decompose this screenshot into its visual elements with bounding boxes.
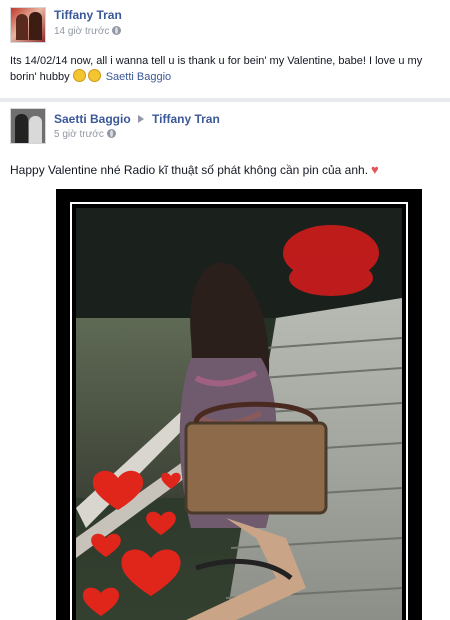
post-text: Its 14/02/14 now, all i wanna tell u is … (10, 54, 435, 85)
tagged-user-link[interactable]: Saetti Baggio (106, 71, 171, 83)
post-tiffany: Tiffany Tran 14 giờ trước Its 14/02/14 n… (0, 0, 440, 99)
author-name-tiffany[interactable]: Tiffany Tran (54, 8, 122, 22)
author-name-saetti[interactable]: Saetti Baggio (54, 112, 131, 126)
post-divider (0, 98, 450, 102)
timestamp-text-2[interactable]: 5 giờ trước (54, 129, 104, 140)
post-timestamp-2[interactable]: 5 giờ trước (54, 129, 116, 140)
smile-emoji-icon (72, 69, 86, 82)
post-timestamp[interactable]: 14 giờ trước (54, 26, 122, 37)
post-text-2-body: Happy Valentine nhé Radio kĩ thuật số ph… (10, 163, 369, 177)
target-name-tiffany[interactable]: Tiffany Tran (152, 112, 220, 126)
avatar-tiffany[interactable] (10, 7, 46, 43)
attached-photo[interactable] (76, 208, 402, 620)
timestamp-text[interactable]: 14 giờ trước (54, 26, 109, 37)
post-text-body: Its 14/02/14 now, all i wanna tell u is … (10, 55, 423, 83)
photo-illustration (76, 208, 402, 620)
globe-icon (112, 26, 122, 35)
post-text-2: Happy Valentine nhé Radio kĩ thuật số ph… (10, 162, 379, 177)
wink-emoji-icon (87, 69, 101, 82)
heart-icon: ♥ (371, 162, 379, 177)
to-arrow-icon (138, 115, 144, 123)
avatar-saetti[interactable] (10, 108, 46, 144)
globe-icon (106, 129, 116, 138)
